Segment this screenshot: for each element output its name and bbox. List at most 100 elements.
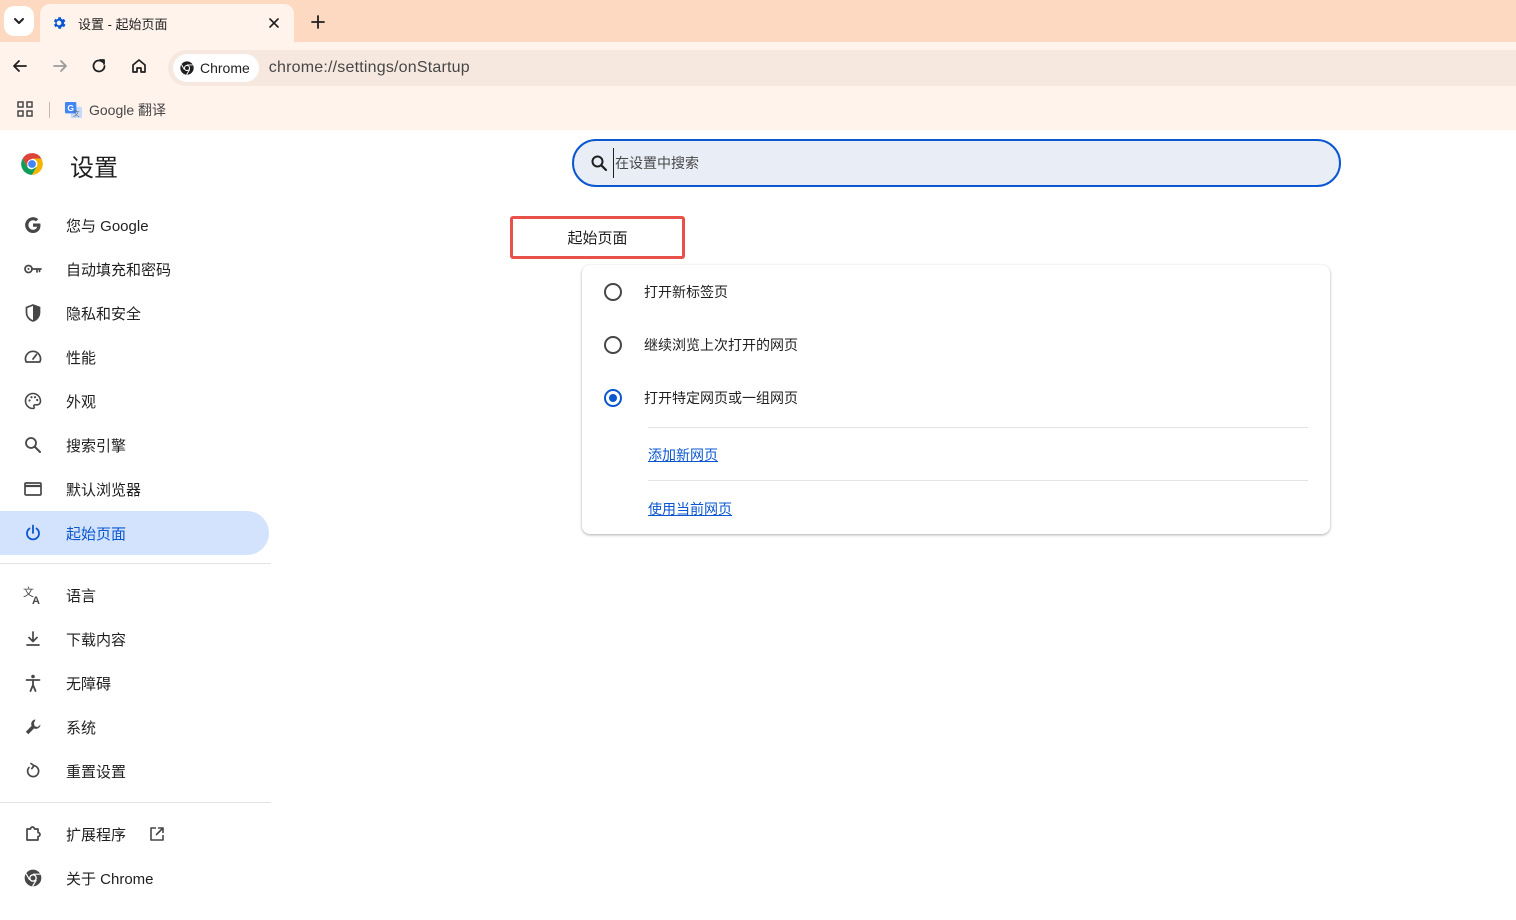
- sidebar-item-accessibility[interactable]: 无障碍: [0, 661, 269, 705]
- section-title: 起始页面: [567, 230, 628, 247]
- arrow-left-icon: [13, 60, 27, 72]
- on-startup-card: 打开新标签页 继续浏览上次打开的网页 打开特定网页或一组网页 添加新网页 使用当…: [582, 265, 1330, 534]
- radio-option-new-tab[interactable]: 打开新标签页: [582, 265, 1330, 318]
- sidebar-item-label: 搜索引擎: [66, 437, 127, 455]
- gear-icon: [50, 14, 68, 32]
- sidebar-item-you-and-google[interactable]: 您与 Google: [0, 203, 269, 247]
- sidebar-item-label: 无障碍: [66, 675, 112, 693]
- tab-search-button[interactable]: [4, 6, 34, 36]
- search-icon: [589, 153, 609, 173]
- page-title: 设置: [70, 155, 118, 182]
- active-tab[interactable]: 设置 - 起始页面: [40, 4, 294, 42]
- radio-label: 打开特定网页或一组网页: [644, 389, 798, 406]
- svg-text:A: A: [32, 595, 40, 606]
- radio-option-continue[interactable]: 继续浏览上次打开的网页: [582, 318, 1330, 371]
- toolbar: Chrome chrome://settings/onStartup: [0, 42, 1516, 90]
- url-text[interactable]: chrome://settings/onStartup: [269, 59, 470, 77]
- sidebar-item-search-engine[interactable]: 搜索引擎: [0, 423, 269, 467]
- sidebar-item-label: 下载内容: [66, 631, 127, 649]
- reload-icon: [92, 59, 106, 73]
- sidebar-divider: [0, 802, 271, 803]
- sidebar-item-label: 自动填充和密码: [66, 261, 172, 279]
- sidebar-item-privacy[interactable]: 隐私和安全: [0, 291, 269, 335]
- add-new-page-link[interactable]: 添加新网页: [648, 445, 718, 465]
- translate-icon: 文A: [22, 584, 44, 606]
- site-info-chip[interactable]: Chrome: [173, 54, 259, 82]
- chrome-logo-icon: [21, 153, 43, 175]
- sidebar-item-performance[interactable]: 性能: [0, 335, 269, 379]
- search-icon: [22, 434, 44, 456]
- shield-icon: [22, 302, 44, 324]
- chrome-logo-icon: [180, 61, 194, 75]
- arrow-right-icon: [53, 60, 67, 72]
- address-bar[interactable]: Chrome chrome://settings/onStartup: [168, 50, 1516, 86]
- home-icon: [132, 59, 146, 73]
- sidebar-divider: [0, 563, 271, 564]
- reload-button[interactable]: [87, 54, 111, 78]
- wrench-icon: [22, 716, 44, 738]
- puzzle-icon: [22, 823, 44, 845]
- section-title-highlight: 起始页面: [510, 216, 685, 259]
- plus-icon: [311, 15, 325, 29]
- radio-button[interactable]: [604, 335, 622, 354]
- bookmarks-bar: G文 Google 翻译: [0, 90, 1516, 130]
- sidebar-item-downloads[interactable]: 下载内容: [0, 617, 269, 661]
- sidebar-item-on-startup[interactable]: 起始页面: [0, 511, 269, 555]
- accessibility-icon: [22, 672, 44, 694]
- tab-title: 设置 - 起始页面: [78, 16, 168, 32]
- sidebar-item-label: 隐私和安全: [66, 305, 142, 323]
- key-icon: [22, 258, 44, 280]
- sidebar-item-appearance[interactable]: 外观: [0, 379, 269, 423]
- close-icon: [269, 18, 279, 28]
- sidebar-item-autofill[interactable]: 自动填充和密码: [0, 247, 269, 291]
- sidebar-item-default-browser[interactable]: 默认浏览器: [0, 467, 269, 511]
- radio-button[interactable]: [604, 282, 622, 301]
- google-translate-icon: G文: [64, 101, 83, 118]
- back-button[interactable]: [8, 54, 32, 78]
- tab-strip: 设置 - 起始页面: [0, 0, 1516, 42]
- sidebar-item-label: 外观: [66, 393, 97, 411]
- download-icon: [22, 628, 44, 650]
- svg-text:文: 文: [73, 109, 80, 118]
- bookmark-google-translate[interactable]: G文 Google 翻译: [64, 99, 166, 121]
- sidebar-item-label: 起始页面: [66, 525, 127, 543]
- sidebar-item-label: 重置设置: [66, 763, 127, 781]
- sidebar-item-system[interactable]: 系统: [0, 705, 269, 749]
- sidebar-item-label: 默认浏览器: [66, 481, 142, 499]
- sidebar-item-reset[interactable]: 重置设置: [0, 749, 269, 793]
- site-chip-label: Chrome: [200, 60, 250, 76]
- settings-search-input[interactable]: [613, 148, 1293, 178]
- sidebar-item-label: 关于 Chrome: [66, 870, 154, 888]
- browser-window-icon: [22, 478, 44, 500]
- radio-option-specific-pages[interactable]: 打开特定网页或一组网页: [582, 371, 1330, 424]
- radio-button-selected[interactable]: [604, 388, 622, 407]
- sidebar-item-label: 您与 Google: [66, 217, 149, 235]
- radio-label: 打开新标签页: [644, 283, 728, 300]
- reset-icon: [22, 760, 44, 782]
- forward-button[interactable]: [48, 54, 72, 78]
- sidebar-item-languages[interactable]: 文A 语言: [0, 573, 269, 617]
- sidebar-item-extensions[interactable]: 扩展程序: [0, 812, 269, 856]
- sidebar-item-label: 语言: [66, 587, 97, 605]
- apps-grid-icon[interactable]: [16, 100, 34, 118]
- palette-icon: [22, 390, 44, 412]
- new-tab-button[interactable]: [304, 8, 332, 36]
- settings-page: 设置 您与 Google 自动填充和密码 隐私和安全 性能 外观: [0, 130, 1516, 920]
- card-divider: [648, 427, 1308, 428]
- speedometer-icon: [22, 346, 44, 368]
- power-icon: [22, 522, 44, 544]
- tab-close-button[interactable]: [264, 13, 284, 33]
- card-divider: [648, 480, 1308, 481]
- chrome-logo-icon: [22, 867, 44, 889]
- radio-label: 继续浏览上次打开的网页: [644, 336, 798, 353]
- chevron-down-icon: [14, 18, 24, 24]
- sidebar-item-about-chrome[interactable]: 关于 Chrome: [0, 856, 269, 900]
- home-button[interactable]: [127, 54, 151, 78]
- sidebar-item-label: 性能: [66, 349, 97, 367]
- bookmark-label: Google 翻译: [89, 102, 167, 118]
- google-g-icon: [22, 214, 44, 236]
- open-in-new-icon: [146, 823, 168, 845]
- use-current-pages-link[interactable]: 使用当前网页: [648, 499, 732, 519]
- settings-search-box[interactable]: [572, 139, 1341, 187]
- bookmarks-divider: [49, 102, 50, 118]
